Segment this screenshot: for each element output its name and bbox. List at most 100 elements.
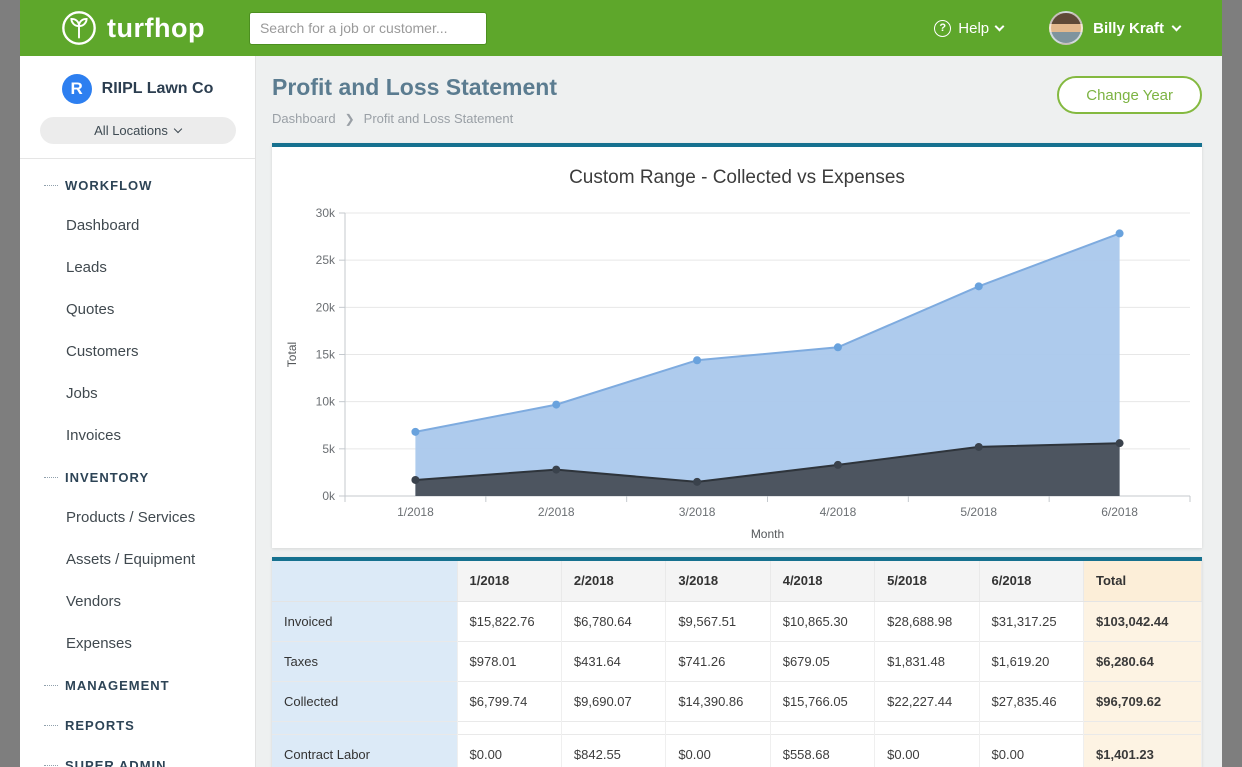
- sidebar-item-expenses[interactable]: Expenses: [20, 623, 255, 665]
- sidebar-item-quotes[interactable]: Quotes: [20, 289, 255, 331]
- brand-name: turfhop: [107, 13, 205, 44]
- sidebar-nav: WORKFLOW DashboardLeadsQuotesCustomersJob…: [20, 159, 255, 767]
- nav-section-reports[interactable]: REPORTS: [20, 705, 255, 745]
- row-label: Collected: [272, 681, 457, 721]
- table-row: Collected$6,799.74$9,690.07$14,390.86$15…: [272, 681, 1202, 721]
- cell-value: $15,822.76: [457, 601, 561, 641]
- collected-vs-expenses-chart: 0k 5k 10k 15k 20k 25k 30k 1/2018 2/2018 3/2018 4/2…: [272, 193, 1202, 548]
- cell-value: $9,690.07: [561, 681, 665, 721]
- user-avatar[interactable]: [1049, 11, 1083, 45]
- cell-value: $978.01: [457, 641, 561, 681]
- svg-text:1/2018: 1/2018: [397, 505, 434, 519]
- chevron-down-icon[interactable]: [1172, 21, 1182, 31]
- svg-text:0k: 0k: [322, 489, 336, 503]
- sidebar-item-products-services[interactable]: Products / Services: [20, 497, 255, 539]
- topbar: turfhop ? Help Billy Kraft: [20, 0, 1222, 56]
- company-name: RIIPL Lawn Co: [102, 80, 214, 98]
- table-header-row: 1/20182/20183/20184/20185/20186/2018Tota…: [272, 561, 1202, 601]
- row-total: $6,280.64: [1084, 641, 1202, 681]
- main-content: Profit and Loss Statement Dashboard ❯ Pr…: [256, 56, 1222, 767]
- sidebar-item-dashboard[interactable]: Dashboard: [20, 205, 255, 247]
- chevron-down-icon: [995, 21, 1005, 31]
- search-input[interactable]: [249, 12, 487, 45]
- user-name[interactable]: Billy Kraft: [1093, 20, 1164, 37]
- row-total: $1,401.23: [1084, 734, 1202, 767]
- chart-title: Custom Range - Collected vs Expenses: [272, 147, 1202, 193]
- nav-section-label: WORKFLOW: [65, 178, 152, 193]
- svg-text:5k: 5k: [322, 442, 336, 456]
- svg-text:2/2018: 2/2018: [538, 505, 575, 519]
- spacer-cell: [875, 721, 979, 734]
- nav-section-label: INVENTORY: [65, 470, 149, 485]
- page-title: Profit and Loss Statement: [272, 74, 557, 101]
- pl-table-card: 1/20182/20183/20184/20185/20186/2018Tota…: [272, 557, 1202, 767]
- sidebar-item-jobs[interactable]: Jobs: [20, 373, 255, 415]
- tree-dash-icon: [44, 477, 58, 478]
- table-row: Contract Labor$0.00$842.55$0.00$558.68$0…: [272, 734, 1202, 767]
- brand[interactable]: turfhop: [60, 9, 205, 47]
- spacer-cell: [666, 721, 770, 734]
- cell-value: $28,688.98: [875, 601, 979, 641]
- sidebar-item-leads[interactable]: Leads: [20, 247, 255, 289]
- cell-value: $10,865.30: [770, 601, 874, 641]
- sidebar-item-vendors[interactable]: Vendors: [20, 581, 255, 623]
- svg-text:20k: 20k: [316, 300, 336, 314]
- cell-value: $9,567.51: [666, 601, 770, 641]
- tree-dash-icon: [44, 685, 58, 686]
- table-header-6-2018: 6/2018: [979, 561, 1083, 601]
- sidebar-item-assets-equipment[interactable]: Assets / Equipment: [20, 539, 255, 581]
- change-year-button[interactable]: Change Year: [1057, 76, 1202, 114]
- table-header-4-2018: 4/2018: [770, 561, 874, 601]
- app-window: turfhop ? Help Billy Kraft R RIIPL Lawn …: [20, 0, 1222, 767]
- cell-value: $1,619.20: [979, 641, 1083, 681]
- svg-text:4/2018: 4/2018: [820, 505, 857, 519]
- cell-value: $842.55: [561, 734, 665, 767]
- row-total: $103,042.44: [1084, 601, 1202, 641]
- table-spacer-row: [272, 721, 1202, 734]
- nav-section-inventory[interactable]: INVENTORY: [20, 457, 255, 497]
- nav-section-label: MANAGEMENT: [65, 678, 170, 693]
- breadcrumb: Dashboard ❯ Profit and Loss Statement: [272, 111, 557, 126]
- nav-section-label: REPORTS: [65, 718, 135, 733]
- table-row: Taxes$978.01$431.64$741.26$679.05$1,831.…: [272, 641, 1202, 681]
- cell-value: $0.00: [457, 734, 561, 767]
- svg-text:10k: 10k: [316, 395, 336, 409]
- help-menu[interactable]: ? Help: [934, 20, 1003, 37]
- table-row: Invoiced$15,822.76$6,780.64$9,567.51$10,…: [272, 601, 1202, 641]
- cell-value: $0.00: [666, 734, 770, 767]
- sidebar-item-customers[interactable]: Customers: [20, 331, 255, 373]
- table-header-5-2018: 5/2018: [875, 561, 979, 601]
- cell-value: $741.26: [666, 641, 770, 681]
- nav-section-workflow[interactable]: WORKFLOW: [20, 165, 255, 205]
- svg-text:15k: 15k: [316, 348, 336, 362]
- svg-text:5/2018: 5/2018: [960, 505, 997, 519]
- svg-text:30k: 30k: [316, 206, 336, 220]
- sidebar: R RIIPL Lawn Co All Locations WORKFLOWDa…: [20, 56, 256, 767]
- cell-value: $0.00: [979, 734, 1083, 767]
- cell-value: $6,799.74: [457, 681, 561, 721]
- svg-text:25k: 25k: [316, 253, 336, 267]
- help-icon: ?: [934, 20, 951, 37]
- table-header-blank: [272, 561, 457, 601]
- cell-value: $679.05: [770, 641, 874, 681]
- sidebar-item-invoices[interactable]: Invoices: [20, 415, 255, 457]
- locations-dropdown[interactable]: All Locations: [40, 117, 236, 144]
- breadcrumb-dashboard[interactable]: Dashboard: [272, 111, 336, 126]
- chart-card: Custom Range - Collected vs Expenses 0k 5…: [272, 143, 1202, 548]
- table-header-Total: Total: [1084, 561, 1202, 601]
- spacer-cell: [770, 721, 874, 734]
- row-label: Taxes: [272, 641, 457, 681]
- cell-value: $15,766.05: [770, 681, 874, 721]
- cell-value: $31,317.25: [979, 601, 1083, 641]
- page-header: Profit and Loss Statement Dashboard ❯ Pr…: [272, 56, 1202, 126]
- svg-text:3/2018: 3/2018: [679, 505, 716, 519]
- help-label: Help: [958, 20, 989, 37]
- cell-value: $27,835.46: [979, 681, 1083, 721]
- nav-section-super-admin[interactable]: SUPER ADMIN: [20, 745, 255, 767]
- nav-section-management[interactable]: MANAGEMENT: [20, 665, 255, 705]
- chevron-down-icon: [174, 124, 182, 132]
- spacer-cell: [561, 721, 665, 734]
- cell-value: $14,390.86: [666, 681, 770, 721]
- spacer-cell: [457, 721, 561, 734]
- locations-label: All Locations: [94, 123, 168, 138]
